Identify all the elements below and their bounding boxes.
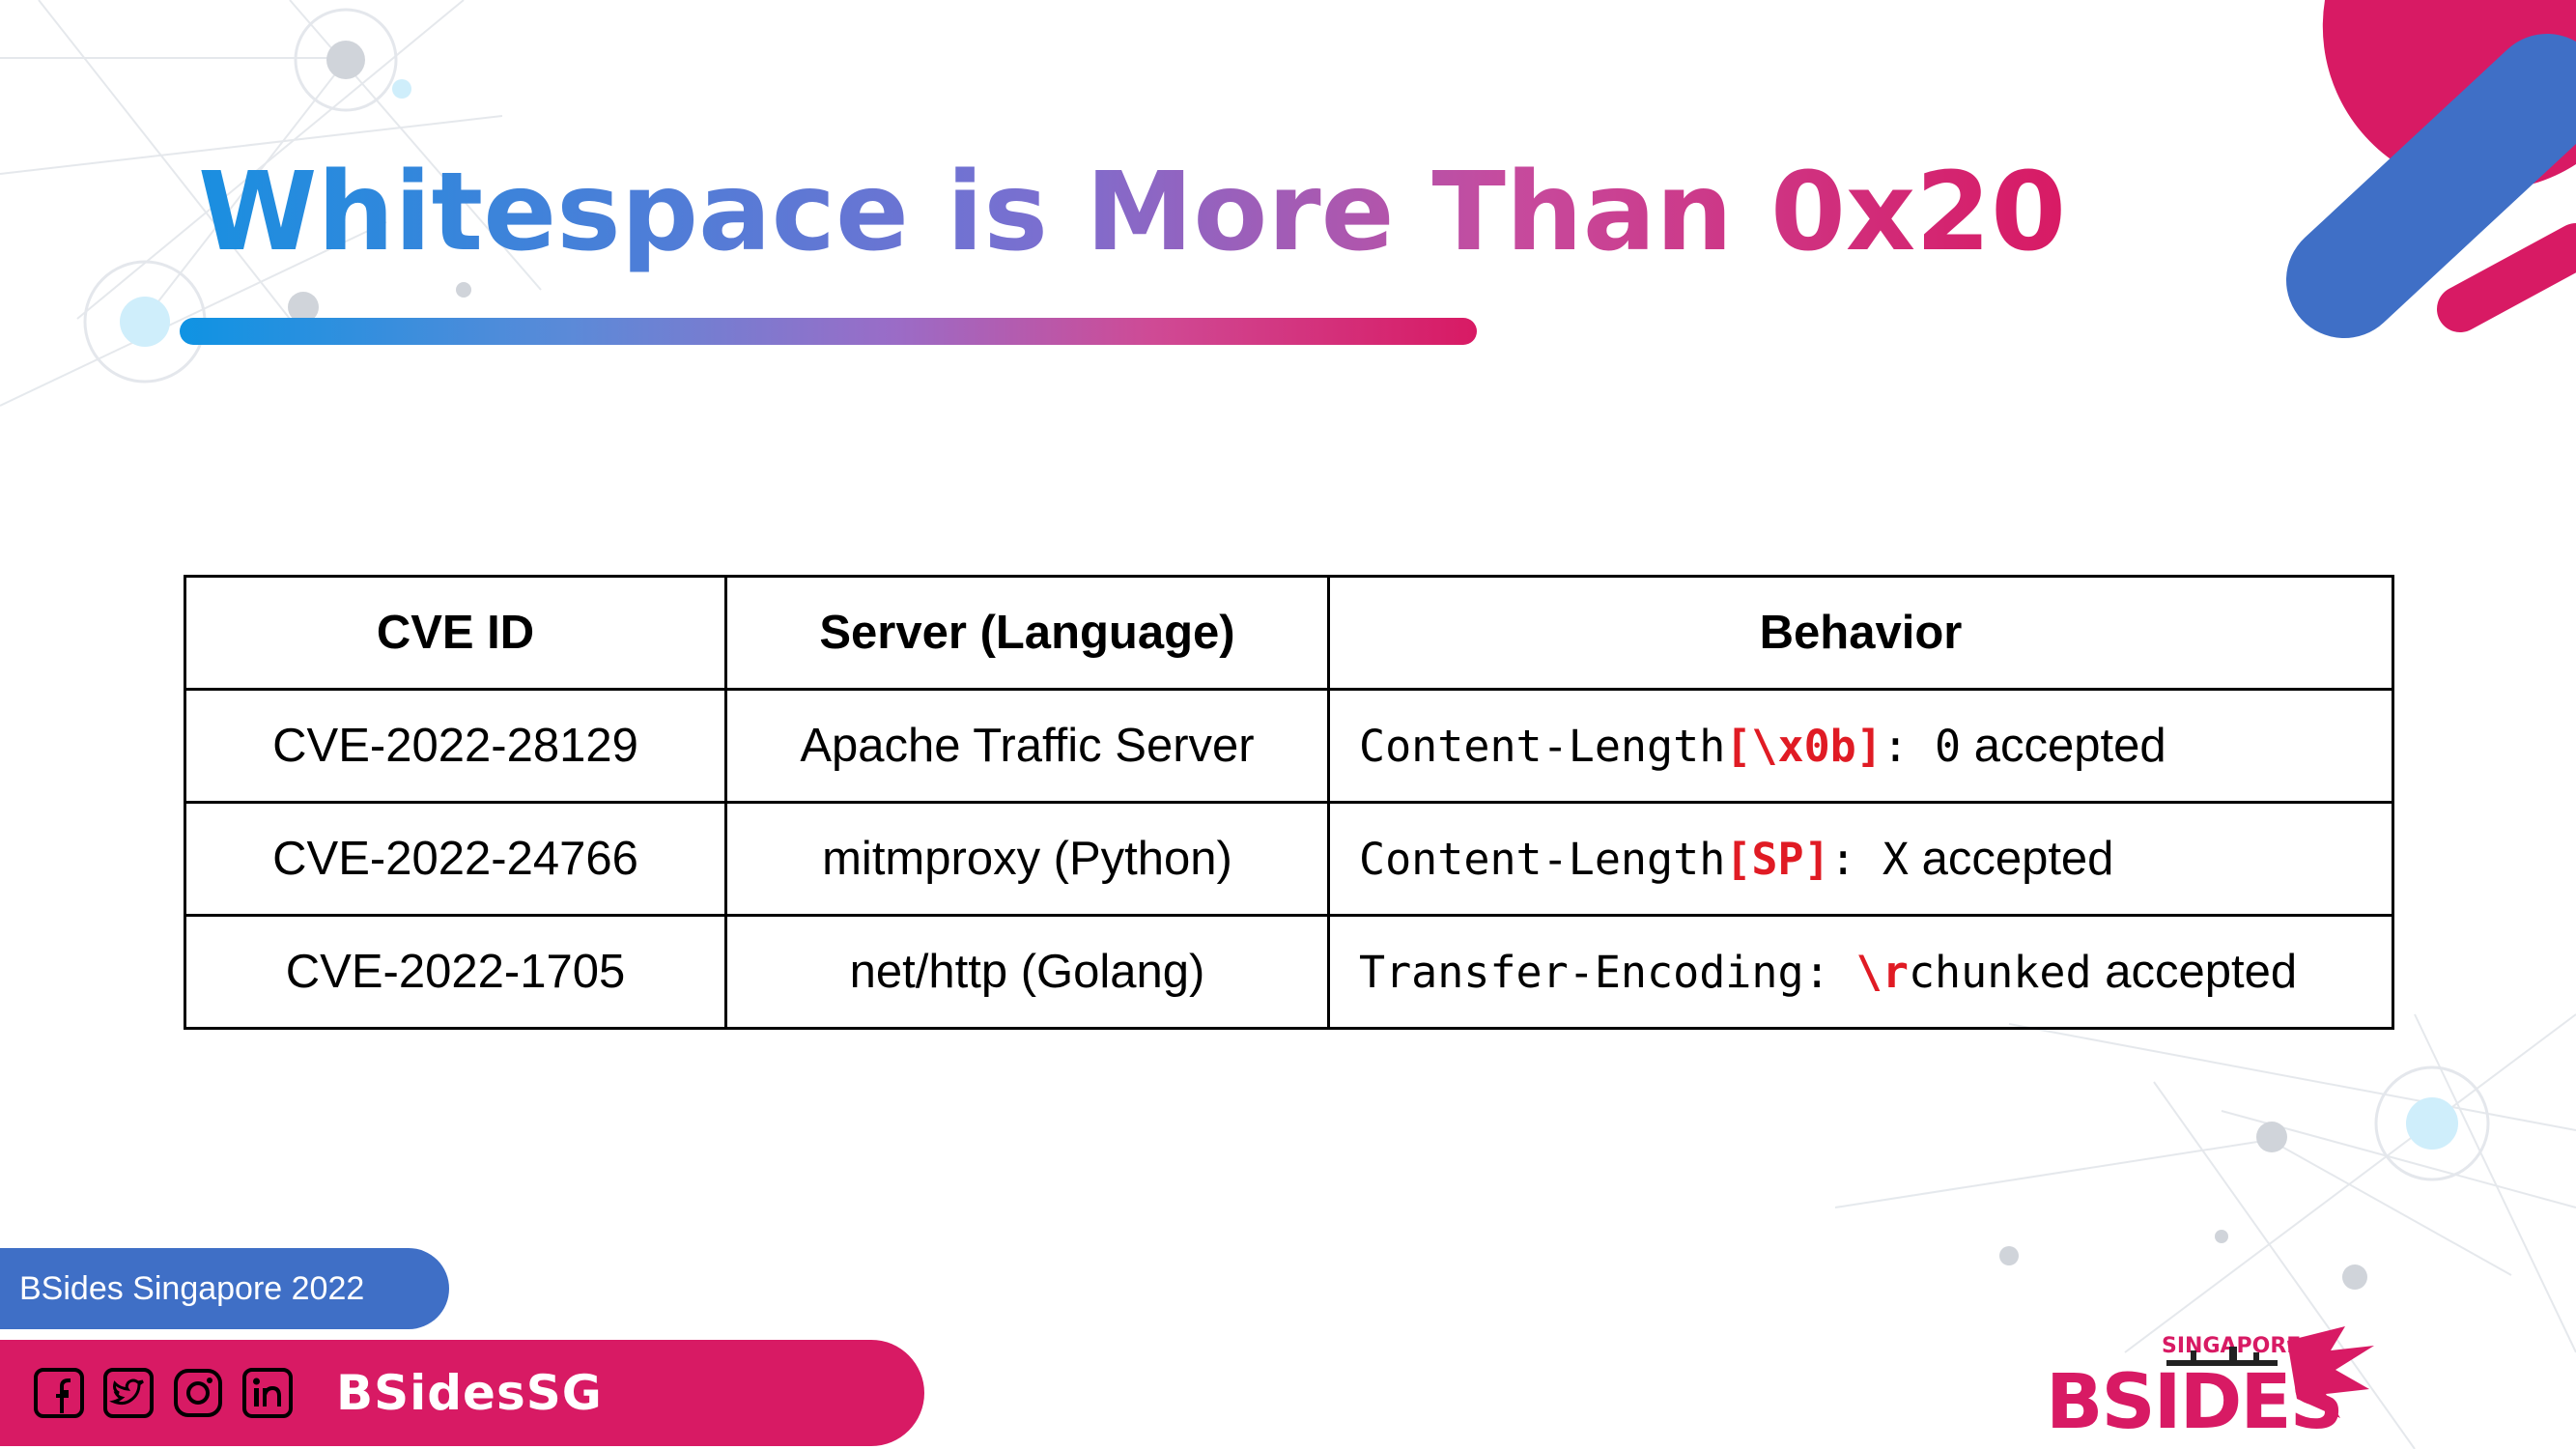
table-header-row: CVE ID Server (Language) Behavior	[184, 575, 2394, 691]
behavior-code-highlight: \r	[1855, 947, 1909, 998]
event-label: BSides Singapore 2022	[19, 1269, 365, 1307]
behavior-code: chunked	[1908, 947, 2092, 998]
table-row: CVE-2022-1705 net/http (Golang) Transfer…	[184, 914, 2394, 1030]
linkedin-icon[interactable]	[241, 1367, 294, 1419]
cell-behavior: Content-Length[SP]: X accepted	[1327, 801, 2394, 917]
cell-server: mitmproxy (Python)	[724, 801, 1330, 917]
behavior-code: : X	[1829, 834, 1909, 885]
cell-server: net/http (Golang)	[724, 914, 1330, 1030]
behavior-code: Content-Length	[1359, 721, 1726, 772]
header-server: Server (Language)	[724, 575, 1330, 691]
cell-cve-id: CVE-2022-28129	[184, 688, 727, 804]
header-behavior: Behavior	[1327, 575, 2394, 691]
cell-cve-id: CVE-2022-24766	[184, 801, 727, 917]
behavior-code: : 0	[1882, 721, 1962, 772]
table-row: CVE-2022-28129 Apache Traffic Server Con…	[184, 688, 2394, 804]
table-row: CVE-2022-24766 mitmproxy (Python) Conten…	[184, 801, 2394, 917]
bsides-singapore-logo: SINGAPORE BSIDES	[2046, 1326, 2374, 1442]
social-handle[interactable]: BSidesSG	[336, 1365, 603, 1421]
behavior-code-highlight: [SP]	[1725, 834, 1830, 885]
behavior-code: Content-Length	[1359, 834, 1726, 885]
twitter-icon[interactable]	[102, 1367, 155, 1419]
cve-table: CVE ID Server (Language) Behavior CVE-20…	[184, 575, 2394, 1030]
slide-title: Whitespace is More Than 0x20	[198, 150, 2067, 275]
header-cve-id: CVE ID	[184, 575, 727, 691]
logo-main-text: BSIDES	[2046, 1359, 2342, 1442]
cell-behavior: Content-Length[\x0b]: 0 accepted	[1327, 688, 2394, 804]
facebook-icon[interactable]	[33, 1367, 85, 1419]
instagram-icon[interactable]	[172, 1367, 224, 1419]
behavior-text: accepted	[2091, 946, 2298, 998]
corner-decoration	[2286, 0, 2576, 338]
behavior-text: accepted	[1961, 720, 2166, 772]
cell-cve-id: CVE-2022-1705	[184, 914, 727, 1030]
behavior-code-highlight: [\x0b]	[1725, 721, 1882, 772]
title-underline-bar	[180, 318, 1477, 345]
social-bar: BSidesSG	[0, 1340, 924, 1446]
event-label-pill: BSides Singapore 2022	[0, 1248, 449, 1329]
cell-server: Apache Traffic Server	[724, 688, 1330, 804]
behavior-text: accepted	[1908, 833, 2114, 885]
behavior-code: Transfer-Encoding:	[1359, 947, 1856, 998]
cell-behavior: Transfer-Encoding: \rchunked accepted	[1327, 914, 2394, 1030]
